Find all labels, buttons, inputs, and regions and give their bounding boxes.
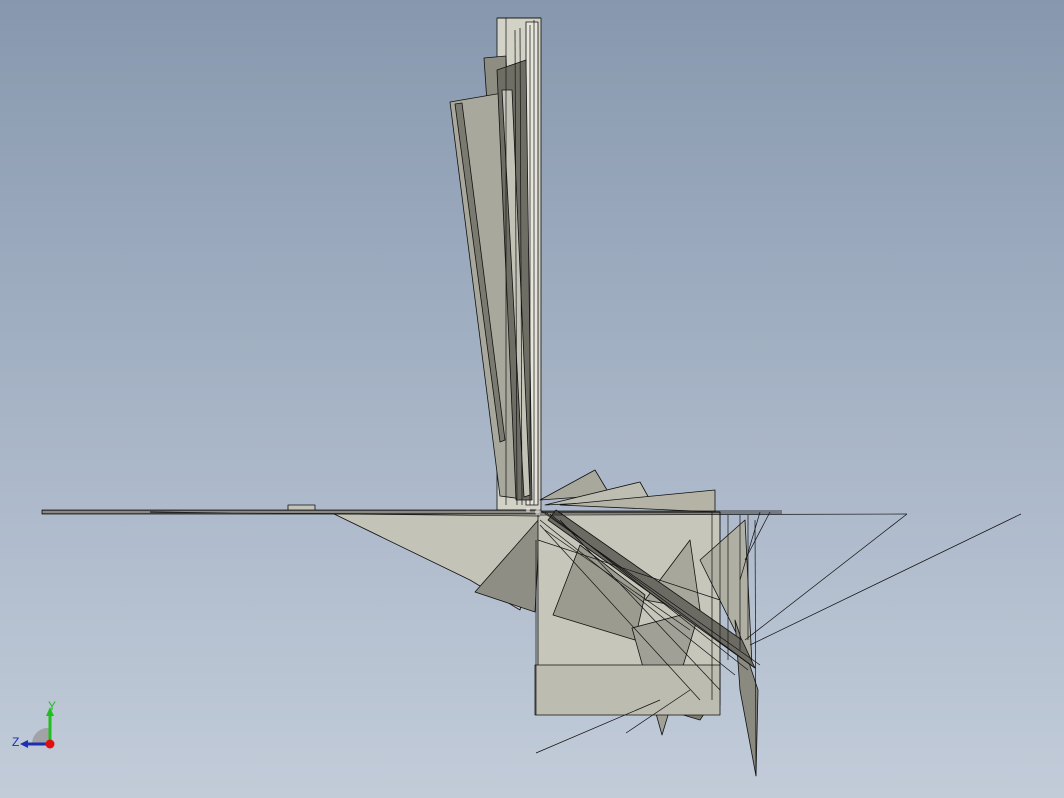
model-faces (41, 17, 759, 777)
model-face (534, 664, 721, 716)
z-axis-label: Z (12, 735, 20, 749)
y-axis-label: Y (48, 699, 57, 713)
model-highlight (526, 508, 530, 512)
model-highlight (535, 509, 541, 515)
cad-viewport[interactable]: Y Z (0, 0, 1064, 798)
3d-model[interactable] (0, 0, 1064, 798)
coordinate-triad-icon: Y Z (10, 700, 70, 756)
